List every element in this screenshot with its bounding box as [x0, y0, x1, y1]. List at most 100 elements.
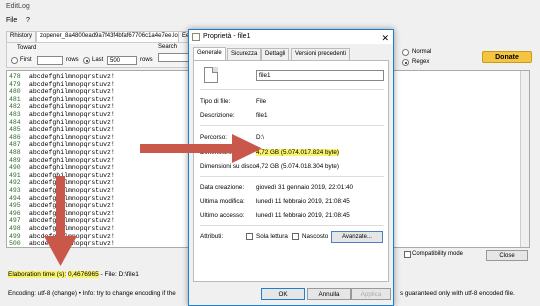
dialog-title: Proprietà - file1 [203, 33, 251, 40]
tab-versioni[interactable]: Versioni precedenti [291, 48, 351, 60]
line-text: abcdefghilmnopqrstuvz! [29, 126, 115, 134]
rows-label-1: rows [66, 57, 79, 63]
line-text: abcdefghilmnopqrstuvz! [29, 194, 115, 202]
elaboration-time-value: 0,4676965 [67, 271, 99, 278]
encoding-text: Encoding: utf-8 [8, 290, 51, 297]
creazione-value: giovedì 31 gennaio 2019, 22:01:40 [256, 184, 353, 191]
menu-file[interactable]: File [6, 17, 17, 24]
line-text: abcdefghilmnopqrstuvz! [29, 80, 115, 88]
line-text: abcdefghilmnopqrstuvz! [29, 111, 115, 118]
line-text: abcdefghilmnopqrstuvz! [29, 133, 115, 141]
percorso-value: D:\ [256, 134, 265, 141]
toward-label: Toward [17, 45, 37, 51]
close-icon[interactable]: ✕ [381, 31, 389, 45]
line-text: abcdefghilmnopqrstuvz! [29, 103, 115, 111]
vertical-scrollbar[interactable] [520, 71, 529, 247]
line-text: abcdefghilmnopqrstuvz! [29, 225, 115, 232]
attributi-label: Attributi: [200, 233, 224, 240]
creazione-label: Data creazione: [200, 184, 245, 191]
info-text: Info: try to change encoding if the [82, 290, 176, 297]
line-text: abcdefghilmnopqrstuvz! [29, 118, 115, 126]
divider [200, 176, 384, 177]
accesso-value: lunedì 11 febbraio 2019, 21:08:45 [256, 212, 350, 219]
dimensioni-label: Dimensioni: [200, 149, 233, 156]
modifica-value: lunedì 11 febbraio 2019, 21:08:45 [256, 198, 350, 205]
menu-bar: File ? [0, 16, 540, 28]
editor-line: 500 abcdefghilmnopqrstuvz! [9, 240, 115, 248]
compat-label: Compatibility mode [412, 251, 464, 257]
tipo-label: Tipo di file: [200, 98, 231, 105]
rows-label-2: rows [140, 57, 153, 63]
line-number: 500 [9, 240, 21, 248]
line-text: abcdefghilmnopqrstuvz! [29, 88, 115, 96]
tab-rhistory[interactable]: Rhistory [6, 31, 37, 42]
dialog-titlebar: Proprietà - file1 ✕ [189, 30, 393, 44]
regex-radio[interactable] [402, 59, 409, 66]
dimensioni-disco-label: Dimensioni su disco: [200, 163, 258, 170]
first-radio[interactable] [11, 57, 18, 64]
first-label: First [20, 57, 32, 63]
regex-label: Regex [412, 59, 430, 65]
app-title: EditLog [6, 3, 30, 10]
nascosto-label: Nascosto [302, 233, 329, 240]
tipo-value: File [256, 98, 267, 105]
normal-label: Normal [412, 49, 432, 55]
last-label: Last [92, 57, 104, 63]
apply-button[interactable]: Applica [351, 288, 391, 300]
line-text: abcdefghilmnopqrstuvz! [29, 232, 115, 240]
dialog-tabs: Generale Sicurezza Dettagli Versioni pre… [193, 47, 389, 60]
tab-log-file[interactable]: zopener_8a4800ead9a7f43f4bfaf67706c1a4e7… [36, 31, 186, 42]
donate-button[interactable]: Donate [482, 51, 532, 63]
line-text: abcdefghilmnopqrstuvz! [29, 202, 115, 210]
compat-checkbox[interactable] [404, 251, 411, 258]
sola-lettura-checkbox[interactable] [246, 233, 253, 240]
file-name-field[interactable]: file1 [256, 70, 384, 81]
document-icon [204, 67, 218, 83]
file-icon [192, 33, 200, 41]
tab-generale[interactable]: Generale [193, 47, 226, 60]
line-text: abcdefghilmnopqrstuvz! [29, 187, 115, 194]
first-rows-input[interactable] [37, 56, 63, 65]
line-text: abcdefghilmnopqrstuvz! [29, 179, 115, 187]
line-text: abcdefghilmnopqrstuvz! [29, 217, 115, 225]
info-text-right: s guaranteed only with utf-8 encoded fil… [400, 290, 515, 297]
menu-help[interactable]: ? [26, 17, 30, 24]
line-text: abcdefghilmnopqrstuvz! [29, 149, 115, 156]
last-rows-input[interactable]: 500 [107, 56, 137, 65]
divider [200, 89, 384, 90]
accesso-label: Ultimo accesso: [200, 212, 245, 219]
last-radio[interactable] [83, 57, 90, 64]
divider [200, 225, 384, 226]
line-text: abcdefghilmnopqrstuvz! [29, 171, 115, 179]
line-text: abcdefghilmnopqrstuvz! [29, 240, 115, 248]
general-panel: file1 Tipo di file: File Descrizione: fi… [193, 60, 389, 282]
line-text: abcdefghilmnopqrstuvz! [29, 95, 115, 103]
percorso-label: Percorso: [200, 134, 227, 141]
tab-sicurezza[interactable]: Sicurezza [227, 48, 262, 60]
modifica-label: Ultima modifica: [200, 198, 245, 205]
dimensioni-value: 4,72 GB (5.074.017.824 byte) [256, 149, 339, 156]
line-text: abcdefghilmnopqrstuvz! [29, 156, 115, 164]
cancel-button[interactable]: Annulla [307, 288, 351, 300]
line-text: abcdefghilmnopqrstuvz! [29, 164, 115, 172]
descrizione-value: file1 [256, 112, 268, 119]
descrizione-label: Descrizione: [200, 112, 235, 119]
ok-button[interactable]: OK [261, 288, 305, 300]
line-text: abcdefghilmnopqrstuvz! [29, 73, 115, 80]
divider [200, 125, 384, 126]
file-tabs: Rhistory zopener_8a4800ead9a7f43f4bfaf67… [6, 31, 206, 42]
close-button[interactable]: Close [486, 250, 528, 261]
line-text: abcdefghilmnopqrstuvz! [29, 141, 115, 149]
line-text: abcdefghilmnopqrstuvz! [29, 209, 115, 217]
normal-radio[interactable] [402, 49, 409, 56]
properties-dialog: Proprietà - file1 ✕ Generale Sicurezza D… [188, 29, 394, 306]
change-encoding-link[interactable]: (change) [52, 290, 77, 297]
sola-lettura-label: Sola lettura [256, 233, 288, 240]
file-label: File: [104, 271, 117, 278]
file-path: D:\file1 [118, 271, 139, 278]
dimensioni-disco-value: 4,72 GB (5.074.018.304 byte) [256, 163, 339, 170]
nascosto-checkbox[interactable] [292, 233, 299, 240]
elaboration-time-label: Elaboration time (s): [8, 271, 67, 278]
tab-dettagli[interactable]: Dettagli [261, 48, 290, 60]
avanzate-button[interactable]: Avanzate... [331, 231, 383, 243]
